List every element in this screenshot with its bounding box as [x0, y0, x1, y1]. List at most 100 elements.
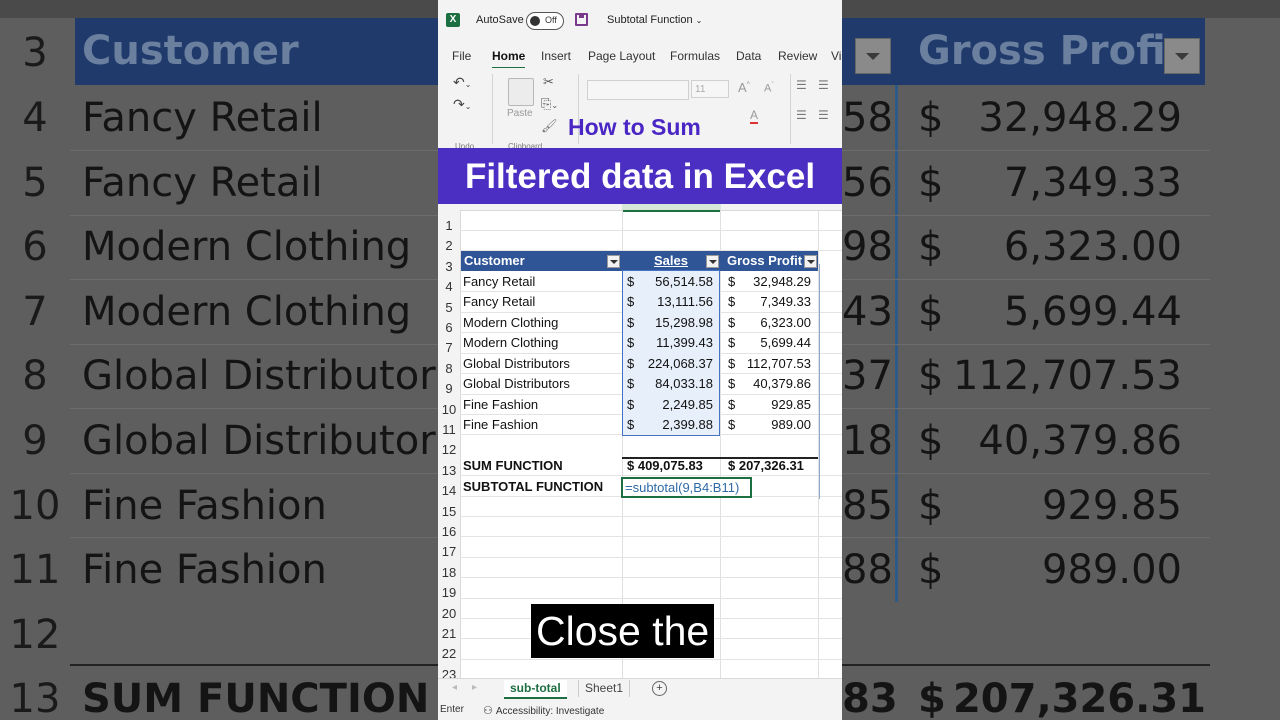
row-number[interactable]: 5 — [438, 298, 460, 318]
tab-file[interactable]: File — [452, 49, 471, 63]
overlay-title: How to Sum — [568, 114, 701, 140]
row-number[interactable]: 12 — [438, 440, 460, 460]
row-number[interactable]: 14 — [438, 481, 460, 501]
gross-profit-cell[interactable]: 32,948.29 — [734, 272, 811, 292]
decrease-font-icon[interactable]: Aˇ — [764, 82, 774, 95]
customer-cell[interactable]: Modern Clothing — [463, 333, 558, 353]
sales-cell[interactable]: 2,399.88 — [634, 415, 713, 435]
sales-cell[interactable]: 15,298.98 — [634, 313, 713, 333]
undo-icon[interactable]: ↶⌄ — [453, 74, 471, 91]
row-number[interactable]: 19 — [438, 583, 460, 603]
bg-filter-dropdown — [855, 38, 891, 74]
row-number[interactable]: 6 — [438, 318, 460, 338]
row-number[interactable]: 21 — [438, 624, 460, 644]
tab-view[interactable]: Vi — [831, 49, 841, 63]
customer-cell[interactable]: Fancy Retail — [463, 272, 535, 292]
chevron-right-icon[interactable]: ▸ — [472, 682, 477, 693]
customer-cell[interactable]: Global Distributors — [463, 374, 570, 394]
row-number[interactable]: 16 — [438, 522, 460, 542]
row-number[interactable]: 8 — [438, 359, 460, 379]
bg-sum-sales-partial: 83 — [842, 676, 898, 720]
header-customer: Customer — [461, 251, 622, 271]
autosave-toggle[interactable]: Off — [526, 12, 564, 30]
align-top-icon[interactable]: ☰ — [796, 78, 807, 92]
tab-home[interactable]: Home — [492, 49, 526, 69]
tab-data[interactable]: Data — [736, 49, 761, 63]
autosave-state: Off — [545, 15, 557, 25]
row-number[interactable]: 4 — [438, 277, 460, 297]
row-number[interactable]: 20 — [438, 604, 460, 624]
row-number[interactable]: 2 — [438, 236, 460, 256]
bg-sales-partial: 56 — [842, 160, 893, 206]
customer-cell[interactable]: Fine Fashion — [463, 395, 538, 415]
sales-cell[interactable]: 84,033.18 — [634, 374, 713, 394]
bg-customer: Fancy Retail — [82, 95, 323, 141]
redo-icon[interactable]: ↷⌄ — [453, 96, 471, 113]
font-name-select[interactable] — [587, 80, 689, 100]
gross-profit-cell[interactable]: 7,349.33 — [734, 292, 811, 312]
customer-cell[interactable]: Fine Fashion — [463, 415, 538, 435]
document-title[interactable]: Subtotal Function ⌄ — [607, 14, 702, 26]
tab-formulas[interactable]: Formulas — [670, 49, 720, 63]
align-center-icon[interactable]: ☰ — [818, 108, 829, 122]
sheet-tab-sub-total[interactable]: sub-total — [504, 680, 567, 699]
customer-cell[interactable]: Fancy Retail — [463, 292, 535, 312]
header-sales-text: Sales — [654, 253, 688, 268]
add-sheet-icon[interactable]: + — [652, 681, 667, 696]
align-middle-icon[interactable]: ☰ — [818, 78, 829, 92]
font-color-icon[interactable]: A — [750, 108, 759, 124]
bg-sales-partial: 37 — [842, 353, 893, 399]
row-number[interactable]: 9 — [438, 379, 460, 399]
gross-profit-cell[interactable]: 112,707.53 — [734, 354, 811, 374]
gross-profit-cell[interactable]: 929.85 — [734, 395, 811, 415]
bg-row-number: 3 — [22, 30, 48, 76]
bg-row-number: 12 — [9, 612, 61, 658]
row-number[interactable]: 15 — [438, 502, 460, 522]
row-number[interactable]: 10 — [438, 400, 460, 420]
sales-cell[interactable]: 13,111.56 — [634, 292, 713, 312]
row-number[interactable]: 11 — [438, 420, 460, 440]
gross-profit-cell[interactable]: 5,699.44 — [734, 333, 811, 353]
customer-cell[interactable]: Global Distributors — [463, 354, 570, 374]
bg-gp-value: 989.00 — [1042, 547, 1182, 593]
row-number[interactable]: 18 — [438, 563, 460, 583]
gross-profit-cell[interactable]: 40,379.86 — [734, 374, 811, 394]
row-number[interactable]: 17 — [438, 542, 460, 562]
copy-icon[interactable]: ⎘⌄ — [541, 96, 558, 112]
sheet-tab-sheet1[interactable]: Sheet1 — [578, 680, 631, 697]
sum-sales-total[interactable]: $ 409,075.83 — [627, 456, 703, 476]
sum-gross-profit-total[interactable]: $ 207,326.31 — [728, 456, 804, 476]
gross-profit-cell[interactable]: 6,323.00 — [734, 313, 811, 333]
gross-profit-cell[interactable]: 989.00 — [734, 415, 811, 435]
bg-currency: $ — [918, 224, 944, 270]
tab-page-layout[interactable]: Page Layout — [588, 49, 655, 63]
row-number[interactable]: 7 — [438, 338, 460, 358]
ribbon-tabs: File Home Insert Page Layout Formulas Da… — [438, 42, 842, 69]
gridline-horizontal — [460, 659, 842, 660]
chevron-left-icon[interactable]: ◂ — [452, 682, 457, 693]
filter-dropdown-gross-profit[interactable] — [804, 255, 817, 268]
sales-cell[interactable]: 224,068.37 — [634, 354, 713, 374]
align-left-icon[interactable]: ☰ — [796, 108, 807, 122]
save-icon[interactable] — [575, 13, 588, 26]
sales-cell[interactable]: 11,399.43 — [634, 333, 713, 353]
paste-icon[interactable] — [508, 78, 534, 106]
filter-dropdown-sales[interactable] — [706, 255, 719, 268]
sales-cell[interactable]: 56,514.58 — [634, 272, 713, 292]
gridline-horizontal — [460, 557, 842, 558]
row-number[interactable]: 1 — [438, 216, 460, 236]
increase-font-icon[interactable]: A^ — [738, 80, 750, 95]
scissors-icon[interactable]: ✂ — [543, 74, 554, 90]
row-number[interactable]: 3 — [438, 257, 460, 277]
accessibility-status[interactable]: ⚇ Accessibility: Investigate — [483, 704, 604, 717]
sales-cell[interactable]: 2,249.85 — [634, 395, 713, 415]
tab-insert[interactable]: Insert — [541, 49, 571, 63]
tab-review[interactable]: Review — [778, 49, 817, 63]
row-number[interactable]: 22 — [438, 644, 460, 664]
subtotal-formula-cell[interactable]: =subtotal(9,B4:B11) — [621, 477, 752, 498]
format-painter-icon[interactable]: 🖌 — [541, 118, 558, 134]
font-size-select[interactable]: 11 — [691, 80, 729, 98]
customer-cell[interactable]: Modern Clothing — [463, 313, 558, 333]
filter-dropdown-customer[interactable] — [607, 255, 620, 268]
row-number[interactable]: 13 — [438, 461, 460, 481]
